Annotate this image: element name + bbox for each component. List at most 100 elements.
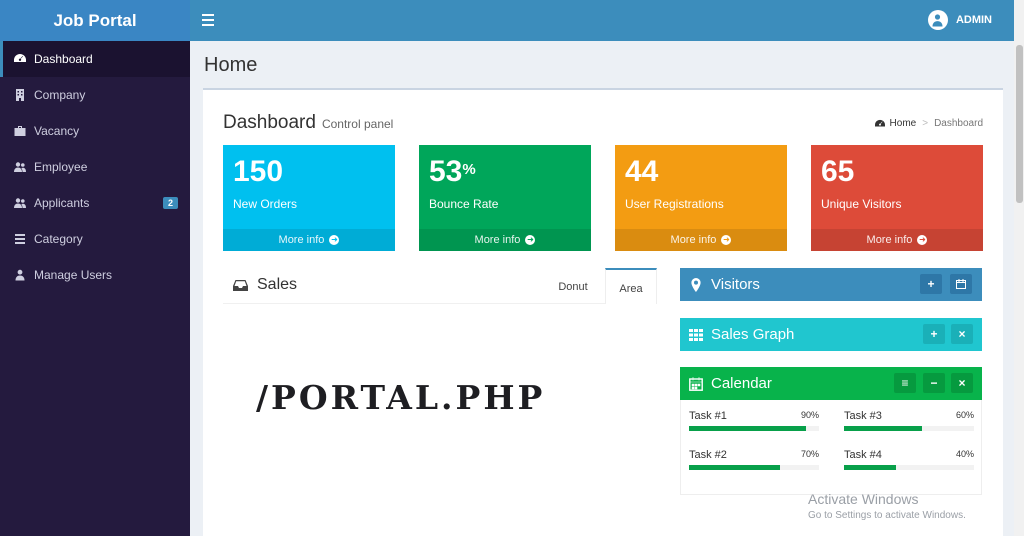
tab-donut[interactable]: Donut <box>543 268 603 304</box>
visitors-title: Visitors <box>711 276 760 293</box>
task-name: Task #1 <box>689 410 727 422</box>
calendar-button[interactable] <box>950 274 972 294</box>
dashboard-header: Dashboard Control panel <box>223 112 393 134</box>
briefcase-icon <box>14 126 26 136</box>
stat-label: New Orders <box>233 197 298 211</box>
arrow-circle-right-icon: ➜ <box>525 235 536 246</box>
inbox-icon <box>233 279 248 291</box>
dashboard-icon <box>14 54 26 62</box>
dashboard-subtitle: Control panel <box>321 117 394 131</box>
sidebar-item-label: Applicants <box>34 196 90 210</box>
applicants-count-badge: 2 <box>162 197 178 209</box>
user-name: ADMIN <box>955 14 992 26</box>
calendar-widget-header: Calendar ≡ − × <box>680 367 982 400</box>
users-icon <box>14 198 26 208</box>
sidebar-item-label: Category <box>34 232 83 246</box>
arrow-circle-right-icon: ➜ <box>721 235 732 246</box>
more-info-link[interactable]: More info ➜ <box>811 229 983 251</box>
sidebar-item-dashboard[interactable]: Dashboard <box>0 41 190 77</box>
sidebar-item-employee[interactable]: Employee <box>0 149 190 185</box>
menu-button[interactable]: ≡ <box>894 373 916 393</box>
task-name: Task #2 <box>689 449 727 461</box>
sidebar-menu: Dashboard Company Vacancy Employee Appli… <box>0 41 190 293</box>
tab-area[interactable]: Area <box>605 268 657 304</box>
calendar-icon <box>689 376 703 391</box>
stat-label: User Registrations <box>625 197 724 211</box>
add-button[interactable]: + <box>923 324 945 344</box>
sidebar-toggle-icon[interactable] <box>202 14 214 26</box>
stat-box-new-orders: 150 New Orders More info ➜ <box>223 145 395 251</box>
stat-label: Unique Visitors <box>821 197 902 211</box>
page-scrollbar[interactable] <box>1014 0 1024 536</box>
activation-title: Activate Windows <box>808 491 919 507</box>
top-navbar: ADMIN <box>190 0 1024 41</box>
breadcrumb-current: Dashboard <box>934 118 983 129</box>
stat-value: 53% <box>429 155 476 188</box>
minimize-button[interactable]: − <box>923 373 945 393</box>
task-name: Task #3 <box>844 410 882 422</box>
stat-value: 65 <box>821 155 855 188</box>
activation-subtitle: Go to Settings to activate Windows. <box>808 510 966 521</box>
close-button[interactable]: × <box>951 373 973 393</box>
breadcrumb-home-link[interactable]: Home <box>890 118 917 129</box>
sidebar-item-label: Manage Users <box>34 268 113 282</box>
sidebar-item-applicants[interactable]: Applicants 2 <box>0 185 190 221</box>
progress-bar <box>689 465 819 470</box>
progress-fill <box>844 426 922 431</box>
sidebar-item-manage-users[interactable]: Manage Users <box>0 257 190 293</box>
arrow-circle-right-icon: ➜ <box>917 235 928 246</box>
sales-panel-header: Sales Donut Area <box>223 268 657 304</box>
remove-button[interactable]: × <box>951 324 973 344</box>
grid-icon <box>689 328 703 341</box>
task-progress-list: Task #1 90% Task #3 60% Task #2 70% Task… <box>680 400 982 495</box>
arrow-circle-right-icon: ➜ <box>329 235 340 246</box>
sidebar-item-label: Company <box>34 88 86 102</box>
sales-title: Sales <box>233 276 297 294</box>
dashboard-title: Dashboard <box>223 112 316 133</box>
more-info-link[interactable]: More info ➜ <box>615 229 787 251</box>
sidebar-item-label: Employee <box>34 160 88 174</box>
calendar-title: Calendar <box>711 375 772 392</box>
task-percent: 40% <box>955 449 974 459</box>
task-percent: 60% <box>955 410 974 420</box>
windows-activation-notice: Activate Windows Go to Settings to activ… <box>808 491 966 521</box>
progress-fill <box>689 465 780 470</box>
sidebar-item-company[interactable]: Company <box>0 77 190 113</box>
stat-box-unique-visitors: 65 Unique Visitors More info ➜ <box>811 145 983 251</box>
content-box: Dashboard Control panel Home > Dashboard … <box>203 90 1003 536</box>
sidebar-item-label: Dashboard <box>34 52 93 66</box>
progress-bar <box>844 465 974 470</box>
stat-box-user-registrations: 44 User Registrations More info ➜ <box>615 145 787 251</box>
progress-fill <box>689 426 806 431</box>
more-info-link[interactable]: More info ➜ <box>419 229 591 251</box>
sidebar-item-label: Vacancy <box>34 124 80 138</box>
task-name: Task #4 <box>844 449 882 461</box>
task-percent: 90% <box>800 410 819 420</box>
user-menu[interactable]: ADMIN <box>927 10 992 30</box>
sales-graph-widget-header: Sales Graph + × <box>680 318 982 351</box>
visitors-widget-header: Visitors + <box>680 268 982 301</box>
stat-value: 150 <box>233 155 284 188</box>
progress-bar <box>689 426 819 431</box>
progress-fill <box>844 465 896 470</box>
more-info-link[interactable]: More info ➜ <box>223 229 395 251</box>
page-title: Home <box>204 54 258 76</box>
user-avatar-icon <box>932 14 943 27</box>
add-button[interactable]: + <box>920 274 942 294</box>
stat-label: Bounce Rate <box>429 197 499 211</box>
user-icon <box>15 269 25 281</box>
stat-value: 44 <box>625 155 659 188</box>
list-icon <box>15 234 25 244</box>
app-logo[interactable]: Job Portal <box>0 0 190 41</box>
sidebar-item-category[interactable]: Category <box>0 221 190 257</box>
map-marker-icon <box>691 277 701 292</box>
sales-graph-title: Sales Graph <box>711 326 795 343</box>
sidebar-item-vacancy[interactable]: Vacancy <box>0 113 190 149</box>
avatar <box>927 10 948 30</box>
scrollbar-thumb[interactable] <box>1016 45 1023 203</box>
building-icon <box>16 89 24 101</box>
progress-bar <box>844 426 974 431</box>
sidebar: Job Portal Dashboard Company Vacancy Emp… <box>0 0 190 536</box>
breadcrumb-separator: > <box>922 118 929 129</box>
dashboard-icon <box>874 119 885 126</box>
